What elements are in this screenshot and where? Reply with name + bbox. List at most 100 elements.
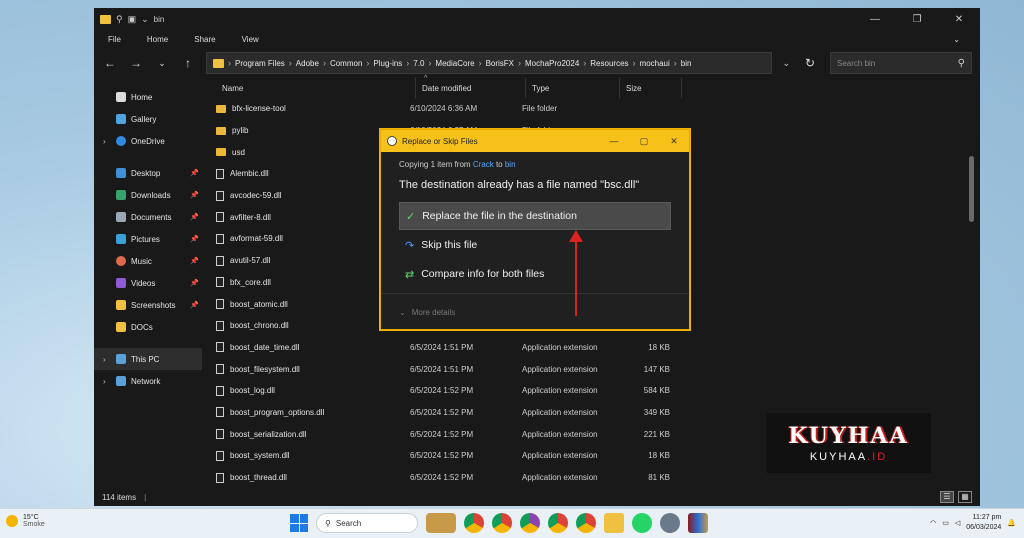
- sidebar-item-docs[interactable]: DOCs: [94, 316, 202, 338]
- taskbar-search[interactable]: ⚲ Search: [316, 513, 418, 533]
- breadcrumb-segment[interactable]: MediaCore: [435, 59, 474, 68]
- sidebar-item-downloads[interactable]: Downloads 📌: [94, 184, 202, 206]
- sidebar-item-videos[interactable]: Videos 📌: [94, 272, 202, 294]
- tiles-view-icon[interactable]: ▦: [958, 491, 972, 503]
- sidebar-item-pictures[interactable]: Pictures 📌: [94, 228, 202, 250]
- chevron-right-icon[interactable]: ›: [103, 137, 106, 146]
- pin-icon: 📌: [190, 280, 199, 287]
- dialog-maximize-button[interactable]: ▢: [629, 136, 659, 147]
- refresh-icon[interactable]: ↻: [800, 56, 820, 70]
- chrome-icon[interactable]: [492, 513, 512, 533]
- copy-progress-text: Copying 1 item from Crack to bin: [399, 160, 516, 169]
- weather-condition: Smoke: [23, 521, 45, 528]
- breadcrumb-segment[interactable]: mochaui: [640, 59, 670, 68]
- file-name: avfilter-8.dll: [230, 212, 271, 222]
- ribbon-share[interactable]: Share: [194, 35, 215, 44]
- more-details-label: More details: [411, 308, 456, 317]
- breadcrumb-segment[interactable]: Common: [330, 59, 362, 68]
- widgets-icon[interactable]: [426, 513, 456, 533]
- chrome-icon[interactable]: [548, 513, 568, 533]
- column-date[interactable]: Date modified: [416, 78, 526, 98]
- sidebar-item-home[interactable]: Home: [94, 86, 202, 108]
- sidebar-item-desktop[interactable]: Desktop 📌: [94, 162, 202, 184]
- source-link[interactable]: Crack: [473, 160, 494, 169]
- destination-link[interactable]: bin: [505, 160, 516, 169]
- sidebar-item-documents[interactable]: Documents 📌: [94, 206, 202, 228]
- breadcrumb-segment[interactable]: Program Files: [235, 59, 285, 68]
- table-row[interactable]: boost_filesystem.dll 6/5/2024 1:51 PM Appl…: [202, 358, 980, 380]
- file-icon: [216, 385, 224, 396]
- settings-icon[interactable]: [660, 513, 680, 533]
- properties-icon[interactable]: ⚲: [116, 14, 123, 25]
- pin-icon: 📌: [190, 236, 199, 243]
- whatsapp-icon[interactable]: [632, 513, 652, 533]
- up-arrow-icon[interactable]: ↑: [180, 56, 196, 70]
- ribbon-tabs: File Home Share View ⌄: [94, 30, 980, 48]
- dialog-close-button[interactable]: ✕: [659, 136, 689, 147]
- windows-start-icon[interactable]: [290, 514, 308, 532]
- chrome-icon[interactable]: [576, 513, 596, 533]
- maximize-button[interactable]: ❐: [896, 14, 938, 25]
- more-details-toggle[interactable]: ⌄ More details: [399, 308, 455, 317]
- search-input[interactable]: Search bin ⚲: [830, 52, 972, 74]
- picture-icon: [116, 234, 126, 244]
- recent-chevron-icon[interactable]: ⌄: [154, 58, 170, 69]
- ribbon-view[interactable]: View: [242, 35, 259, 44]
- sidebar-item-label: Network: [131, 376, 161, 386]
- scrollbar-thumb[interactable]: [969, 156, 974, 222]
- skip-file-option[interactable]: ↷ Skip this file: [399, 231, 671, 259]
- file-icon: [216, 190, 224, 201]
- breadcrumb-segment[interactable]: Plug-ins: [373, 59, 402, 68]
- wifi-icon[interactable]: ◠: [930, 519, 936, 527]
- pin-icon: 📌: [190, 302, 199, 309]
- sidebar-item-onedrive[interactable]: › OneDrive: [94, 130, 202, 152]
- sidebar-item-gallery[interactable]: Gallery: [94, 108, 202, 130]
- replace-file-option[interactable]: ✓ Replace the file in the destination: [399, 202, 671, 230]
- sidebar-item-this-pc[interactable]: › This PC: [94, 348, 202, 370]
- breadcrumb-segment[interactable]: 7.0: [413, 59, 424, 68]
- minimize-button[interactable]: —: [854, 14, 896, 25]
- separator-icon: ›: [673, 58, 677, 68]
- column-name[interactable]: Name: [202, 78, 416, 98]
- dialog-minimize-button[interactable]: —: [599, 136, 629, 147]
- file-name: boost_program_options.dll: [230, 407, 325, 417]
- new-folder-icon[interactable]: ▣: [128, 14, 137, 25]
- breadcrumb-segment[interactable]: bin: [681, 59, 692, 68]
- clock[interactable]: 11:27 pm 06/03/2024: [966, 513, 1001, 533]
- chrome-icon[interactable]: [520, 513, 540, 533]
- annotation-arrow: [575, 238, 577, 316]
- address-dropdown-icon[interactable]: ⌄: [782, 58, 790, 69]
- breadcrumb-segment[interactable]: Resources: [590, 59, 628, 68]
- sidebar-item-network[interactable]: › Network: [94, 370, 202, 392]
- winrar-icon[interactable]: [688, 513, 708, 533]
- file-name: boost_serialization.dll: [230, 429, 307, 439]
- chrome-icon[interactable]: [464, 513, 484, 533]
- details-view-icon[interactable]: ☰: [940, 491, 954, 503]
- chevron-down-icon[interactable]: ⌄: [141, 14, 149, 25]
- notification-icon[interactable]: 🔔: [1007, 519, 1016, 527]
- close-button[interactable]: ✕: [938, 14, 980, 25]
- address-bar[interactable]: › Program Files › Adobe › Common › Plug-ins…: [206, 52, 773, 74]
- breadcrumb-segment[interactable]: BorisFX: [486, 59, 514, 68]
- breadcrumb-segment[interactable]: Adobe: [296, 59, 319, 68]
- back-arrow-icon[interactable]: ←: [102, 56, 118, 70]
- sidebar-item-music[interactable]: Music 📌: [94, 250, 202, 272]
- chevron-right-icon[interactable]: ›: [103, 377, 106, 386]
- column-type[interactable]: Type: [526, 78, 620, 98]
- table-row[interactable]: boost_date_time.dll 6/5/2024 1:51 PM Appli…: [202, 337, 980, 359]
- file-explorer-icon[interactable]: [604, 513, 624, 533]
- chevron-down-icon[interactable]: ⌄: [953, 35, 960, 44]
- sidebar-item-screenshots[interactable]: Screenshots 📌: [94, 294, 202, 316]
- compare-files-option[interactable]: ⇄ Compare info for both files: [399, 260, 671, 288]
- ribbon-file[interactable]: File: [108, 35, 121, 44]
- chevron-right-icon[interactable]: ›: [103, 355, 106, 364]
- battery-icon[interactable]: ▭: [942, 519, 949, 527]
- column-size[interactable]: Size: [620, 78, 682, 98]
- weather-widget[interactable]: 15°C Smoke: [6, 514, 45, 528]
- table-row[interactable]: bfx-license-tool 6/10/2024 6:36 AM File fo…: [202, 98, 980, 120]
- forward-arrow-icon[interactable]: →: [128, 56, 144, 70]
- breadcrumb-segment[interactable]: MochaPro2024: [525, 59, 579, 68]
- volume-icon[interactable]: ◁: [955, 519, 960, 527]
- ribbon-home[interactable]: Home: [147, 35, 168, 44]
- table-row[interactable]: boost_log.dll 6/5/2024 1:52 PM Application…: [202, 380, 980, 402]
